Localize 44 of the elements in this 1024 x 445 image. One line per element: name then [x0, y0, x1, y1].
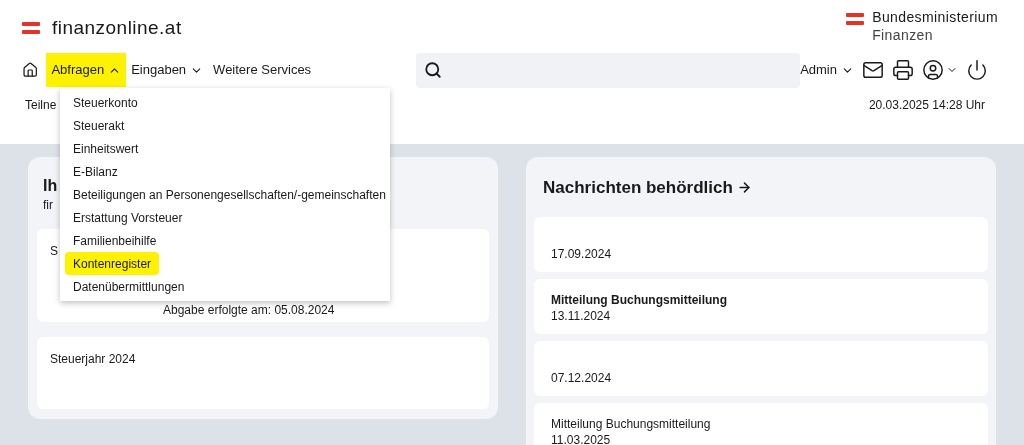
breadcrumb-text: Teilne: [25, 97, 57, 114]
message-date: 17.09.2024: [551, 245, 613, 262]
message-item[interactable]: 07.12.2024: [534, 340, 988, 396]
menu-item[interactable]: Erstattung Vorsteuer: [65, 206, 191, 229]
logo-icon: [846, 13, 865, 26]
nav-menu-item[interactable]: Weitere Services: [208, 53, 317, 87]
message-date: 11.03.2025: [551, 431, 612, 445]
message-date: 07.12.2024: [551, 369, 613, 386]
arrow-right-icon: [736, 180, 752, 196]
user-menu[interactable]: Admin: [800, 60, 854, 80]
message-item[interactable]: Mitteilung Buchungsmitteilung 13.11.2024: [534, 278, 988, 334]
ministry-name: Finanzen: [872, 26, 934, 44]
menu-item[interactable]: Datenübermittlungen: [65, 275, 193, 298]
entry-detail: Abgabe erfolgte am: 05.08.2024: [163, 302, 335, 319]
printer-icon[interactable]: [892, 59, 914, 81]
entry-label: S: [50, 243, 58, 259]
menu-item[interactable]: Familienbeihilfe: [65, 229, 165, 252]
mail-icon[interactable]: [862, 59, 884, 81]
menu-item[interactable]: Steuerkonto: [65, 91, 146, 114]
menu-item[interactable]: Einheitswert: [65, 137, 147, 160]
card-subtitle: fir: [43, 197, 53, 213]
message-item[interactable]: Mitteilung Buchungsmitteilung 11.03.2025: [534, 402, 988, 445]
nav-menu-item[interactable]: Eingaben: [126, 53, 209, 87]
card-title: Ih: [43, 176, 58, 196]
logo-icon: [22, 21, 40, 35]
search-field[interactable]: [416, 52, 801, 88]
message-date: 13.11.2024: [551, 307, 612, 324]
entry-label: Steuerjahr 2024: [50, 351, 136, 367]
entry-card[interactable]: Steuerjahr 2024: [37, 337, 489, 409]
message-item[interactable]: 17.09.2024: [534, 216, 988, 272]
message-title: Mitteilung Buchungsmitteilung: [551, 291, 728, 308]
menu-item[interactable]: Steuerakt: [65, 114, 133, 137]
menu-item[interactable]: Beteiligungen an Personengesellschaften/-gemeinschaften: [65, 183, 394, 206]
menu-item[interactable]: E-Bilanz: [65, 160, 126, 183]
menu-item[interactable]: Kontenregister: [65, 252, 160, 275]
power-icon[interactable]: [966, 59, 988, 81]
ministry-name: Bundesministerium: [872, 8, 998, 26]
messages-heading-link[interactable]: Nachrichten behördlich: [543, 175, 988, 201]
date-time: 20.03.2025 14:28 Uhr: [868, 97, 985, 114]
nav-menu-item[interactable]: Abfragen: [46, 53, 127, 87]
search-icon: [424, 61, 443, 79]
message-title: Mitteilung Buchungsmitteilung: [551, 415, 712, 432]
site-name[interactable]: finanzonline.at: [52, 14, 182, 43]
user-icon[interactable]: [922, 59, 944, 81]
